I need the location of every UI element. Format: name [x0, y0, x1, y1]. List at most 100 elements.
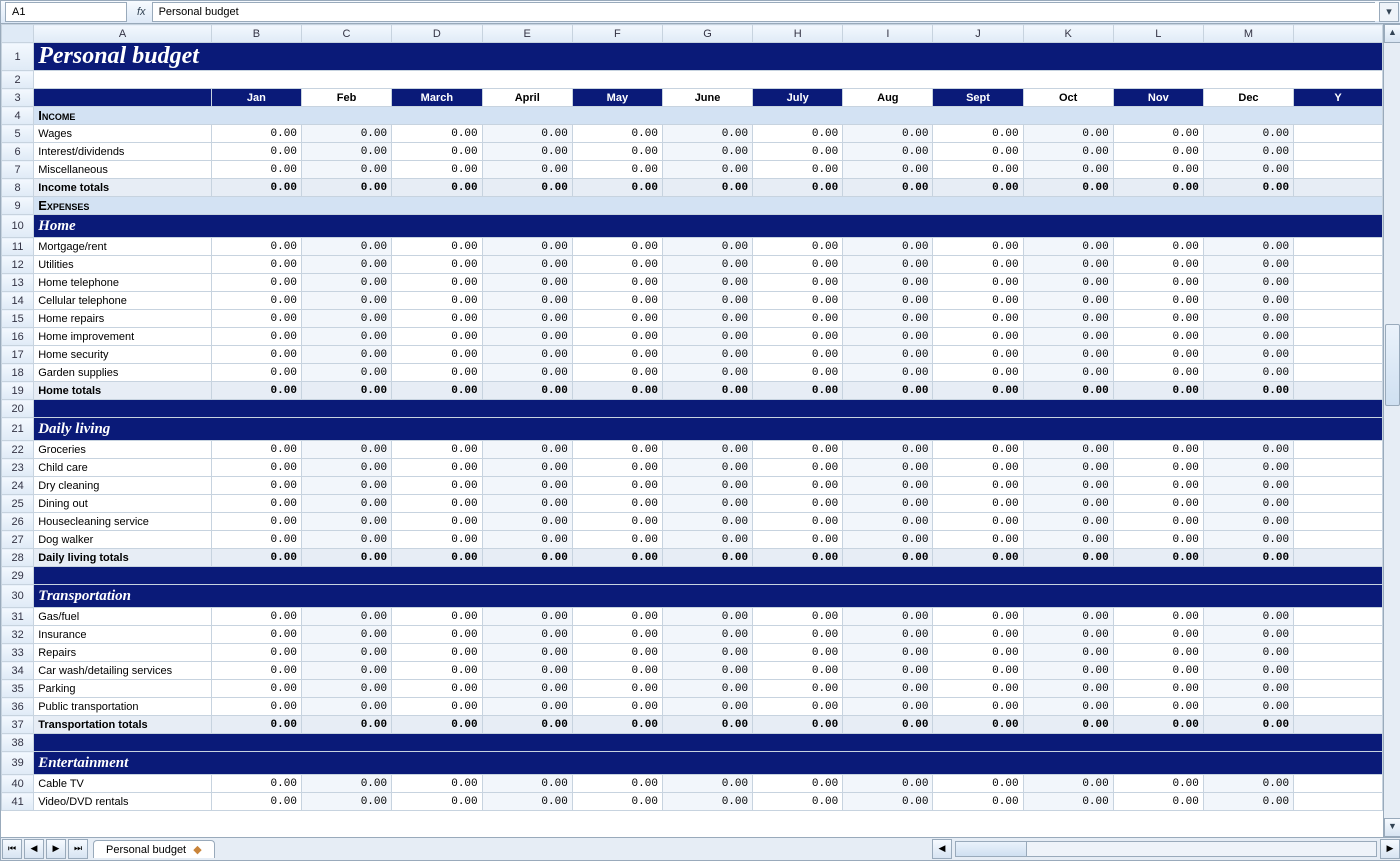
cell[interactable]: 0.00	[211, 459, 301, 477]
cell[interactable]	[1294, 328, 1383, 346]
cell[interactable]: 0.00	[933, 495, 1023, 513]
cell[interactable]: 0.00	[1203, 662, 1293, 680]
cell[interactable]: 0.00	[662, 531, 752, 549]
cell[interactable]: 0.00	[1113, 716, 1203, 734]
cell[interactable]: 0.00	[843, 364, 933, 382]
cell[interactable]: 0.00	[392, 274, 483, 292]
cell[interactable]	[1294, 626, 1383, 644]
cell[interactable]: Dry cleaning	[34, 477, 212, 495]
cell[interactable]: 0.00	[482, 459, 572, 477]
cell[interactable]	[1294, 274, 1383, 292]
cell[interactable]: 0.00	[662, 549, 752, 567]
cell[interactable]: 0.00	[392, 125, 483, 143]
cell[interactable]	[1294, 364, 1383, 382]
cell[interactable]: 0.00	[1203, 626, 1293, 644]
cell[interactable]: Housecleaning service	[34, 513, 212, 531]
cell[interactable]: 0.00	[392, 608, 483, 626]
cell[interactable]: 0.00	[843, 775, 933, 793]
cell[interactable]	[1294, 292, 1383, 310]
cell[interactable]: 0.00	[933, 716, 1023, 734]
cell[interactable]: 0.00	[753, 256, 843, 274]
cell[interactable]: 0.00	[1113, 292, 1203, 310]
cell[interactable]: 0.00	[843, 662, 933, 680]
cell[interactable]: 0.00	[301, 608, 391, 626]
cell[interactable]	[1294, 441, 1383, 459]
cell[interactable]: 0.00	[572, 626, 662, 644]
cell[interactable]: Jan	[211, 89, 301, 107]
cell[interactable]: 0.00	[211, 292, 301, 310]
cell[interactable]: 0.00	[843, 531, 933, 549]
cell[interactable]: 0.00	[572, 495, 662, 513]
cell[interactable]: 0.00	[572, 680, 662, 698]
cell[interactable]: Mortgage/rent	[34, 238, 212, 256]
cell[interactable]: 0.00	[753, 549, 843, 567]
cell[interactable]: 0.00	[662, 310, 752, 328]
cell[interactable]: 0.00	[301, 179, 391, 197]
cell[interactable]: Income	[34, 107, 1383, 125]
row-header[interactable]: 2	[2, 71, 34, 89]
row-header[interactable]: 5	[2, 125, 34, 143]
cell[interactable]: 0.00	[572, 441, 662, 459]
cell[interactable]: 0.00	[843, 698, 933, 716]
cell[interactable]: 0.00	[753, 626, 843, 644]
cell[interactable]: 0.00	[572, 310, 662, 328]
cell[interactable]: 0.00	[662, 328, 752, 346]
cell[interactable]: 0.00	[753, 644, 843, 662]
cell[interactable]: Gas/fuel	[34, 608, 212, 626]
cell[interactable]: 0.00	[1023, 143, 1113, 161]
cell[interactable]: 0.00	[211, 698, 301, 716]
cell[interactable]: March	[392, 89, 483, 107]
cell[interactable]: 0.00	[1113, 179, 1203, 197]
cell[interactable]	[34, 400, 1383, 418]
cell[interactable]: 0.00	[301, 256, 391, 274]
cell[interactable]	[34, 89, 212, 107]
cell[interactable]: 0.00	[482, 310, 572, 328]
cell[interactable]: 0.00	[301, 292, 391, 310]
cell[interactable]: 0.00	[662, 608, 752, 626]
cell[interactable]	[1294, 662, 1383, 680]
cell[interactable]: 0.00	[1113, 775, 1203, 793]
cell[interactable]: 0.00	[572, 382, 662, 400]
cell[interactable]: 0.00	[392, 459, 483, 477]
cell[interactable]: 0.00	[392, 626, 483, 644]
row-header[interactable]: 13	[2, 274, 34, 292]
cell[interactable]: 0.00	[572, 256, 662, 274]
cell[interactable]	[1294, 179, 1383, 197]
tab-nav-last[interactable]: ⏭	[68, 839, 88, 859]
cell[interactable]: 0.00	[753, 680, 843, 698]
cell[interactable]: 0.00	[572, 549, 662, 567]
cell[interactable]: Daily living	[34, 418, 1383, 441]
cell[interactable]: 0.00	[1113, 238, 1203, 256]
scroll-down-button[interactable]: ▼	[1384, 818, 1400, 837]
row-header[interactable]: 24	[2, 477, 34, 495]
cell[interactable]: 0.00	[1203, 238, 1293, 256]
cell[interactable]: 0.00	[1203, 346, 1293, 364]
cell[interactable]: 0.00	[662, 346, 752, 364]
cell[interactable]	[34, 567, 1383, 585]
cell[interactable]: 0.00	[482, 549, 572, 567]
cell[interactable]: 0.00	[662, 513, 752, 531]
cell[interactable]: May	[572, 89, 662, 107]
cell[interactable]: 0.00	[301, 346, 391, 364]
cell[interactable]	[1294, 310, 1383, 328]
cell[interactable]	[1294, 256, 1383, 274]
cell[interactable]: 0.00	[1203, 441, 1293, 459]
cell[interactable]: 0.00	[843, 382, 933, 400]
column-header[interactable]: J	[933, 25, 1023, 43]
cell[interactable]: 0.00	[392, 364, 483, 382]
cell[interactable]: 0.00	[211, 793, 301, 811]
cell[interactable]: 0.00	[1113, 477, 1203, 495]
cell[interactable]: 0.00	[753, 441, 843, 459]
cell[interactable]: 0.00	[482, 662, 572, 680]
cell[interactable]: 0.00	[753, 346, 843, 364]
cell[interactable]: 0.00	[1023, 793, 1113, 811]
cell[interactable]: 0.00	[482, 531, 572, 549]
cell[interactable]: Entertainment	[34, 752, 1383, 775]
cell[interactable]: 0.00	[392, 477, 483, 495]
cell[interactable]: 0.00	[301, 626, 391, 644]
cell[interactable]	[1294, 477, 1383, 495]
cell[interactable]: Cable TV	[34, 775, 212, 793]
cell[interactable]: 0.00	[933, 238, 1023, 256]
cell[interactable]: 0.00	[1023, 310, 1113, 328]
row-header[interactable]: 10	[2, 215, 34, 238]
